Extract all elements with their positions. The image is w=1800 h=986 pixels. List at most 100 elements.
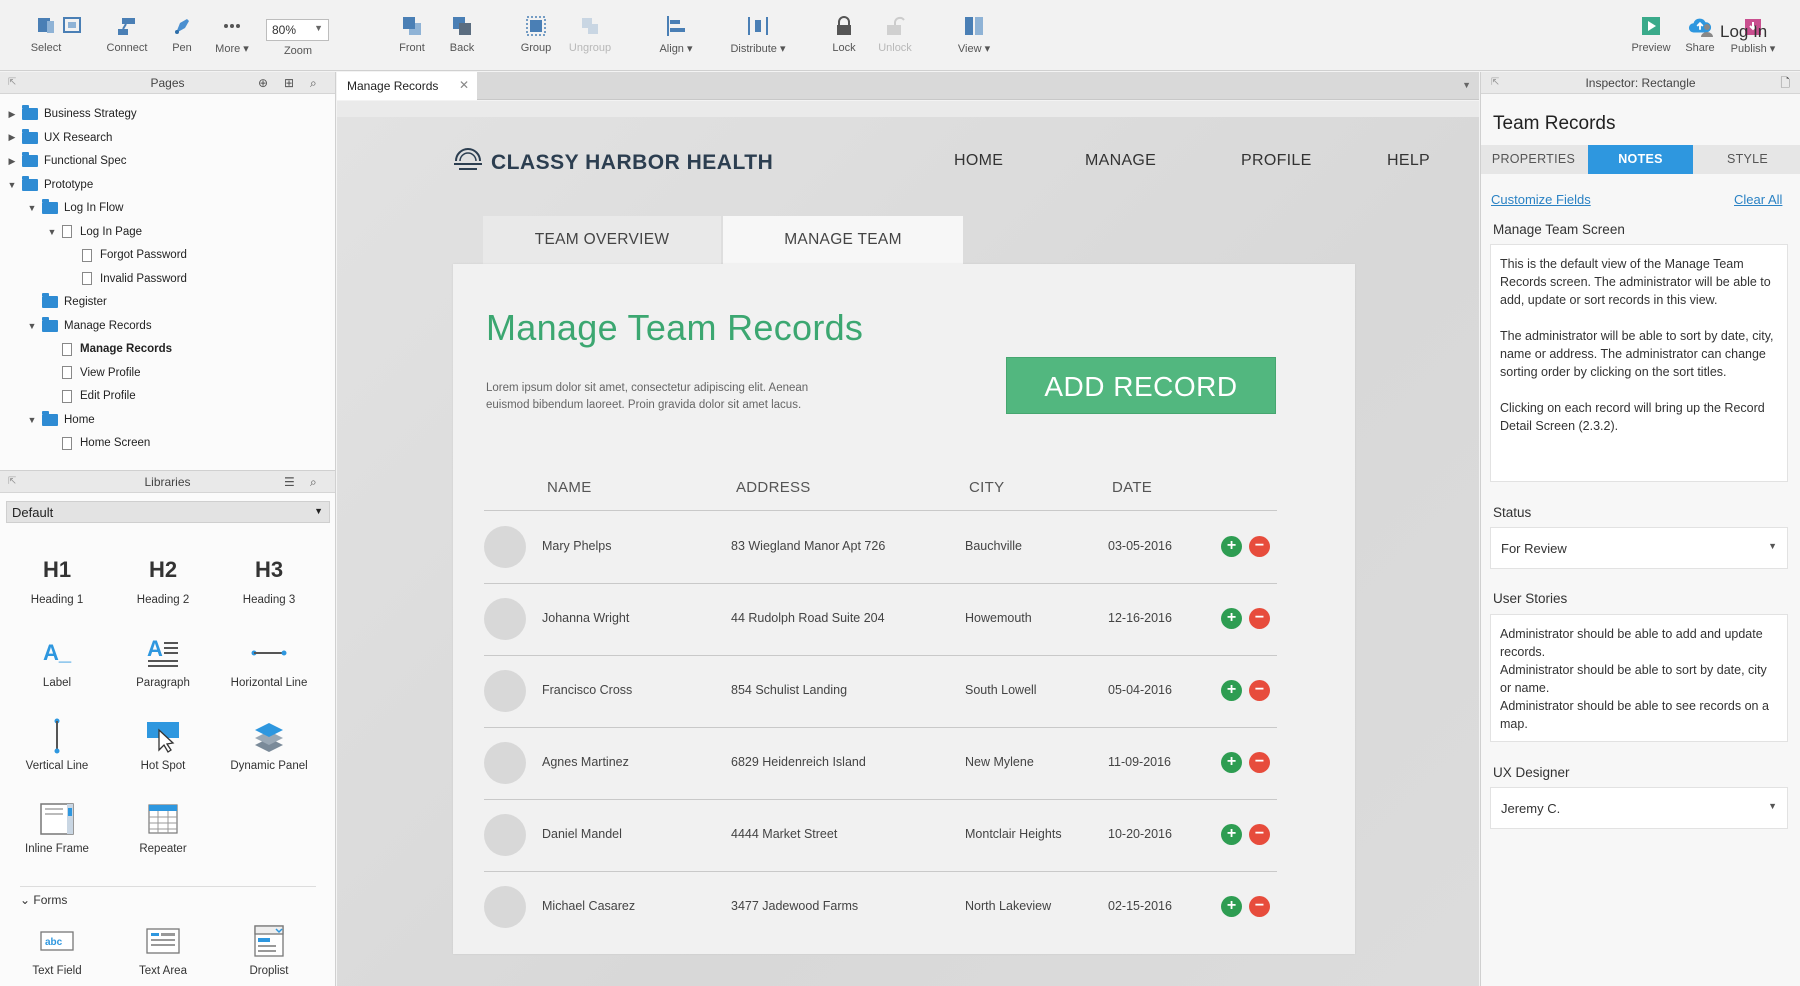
remove-icon[interactable]: − xyxy=(1249,752,1270,773)
notes-textarea[interactable]: This is the default view of the Manage T… xyxy=(1490,244,1788,482)
column-header-name[interactable]: NAME xyxy=(547,479,592,496)
connect-tool-button[interactable]: Connect xyxy=(97,14,157,54)
page-tree-item[interactable]: Edit Profile xyxy=(46,386,136,406)
table-row[interactable]: Francisco Cross 854 Schulist Landing South… xyxy=(484,655,1277,727)
page-tree-item[interactable]: Forgot Password xyxy=(66,245,187,265)
widget-label[interactable]: A_ Label xyxy=(7,631,107,689)
search-icon[interactable]: ⌕ xyxy=(310,471,317,493)
widget-droplist[interactable]: Droplist xyxy=(219,919,319,977)
library-select[interactable]: Default ▼ xyxy=(6,501,330,523)
chevron-right-icon[interactable]: ▶ xyxy=(6,132,18,143)
collapse-icon[interactable]: ⇱ xyxy=(8,72,16,94)
tab-properties[interactable]: PROPERTIES xyxy=(1481,145,1586,174)
widget-heading-2[interactable]: H2 Heading 2 xyxy=(113,548,213,606)
inspector-title[interactable]: Team Records xyxy=(1493,113,1616,135)
column-header-date[interactable]: DATE xyxy=(1112,479,1152,496)
page-tree-folder[interactable]: ▼ Prototype xyxy=(6,175,93,195)
page-tree-item[interactable]: Manage Records xyxy=(46,339,172,359)
wireframe-nav-help[interactable]: HELP xyxy=(1387,152,1430,170)
add-icon[interactable]: + xyxy=(1221,608,1242,629)
distribute-button[interactable]: Distribute ▾ xyxy=(728,14,788,55)
remove-icon[interactable]: − xyxy=(1249,896,1270,917)
widget-dynamic-panel[interactable]: Dynamic Panel xyxy=(219,714,319,772)
status-select[interactable]: For Review ▼ xyxy=(1490,527,1788,569)
widget-inline-frame[interactable]: Inline Frame xyxy=(7,797,107,855)
tab-style[interactable]: STYLE xyxy=(1695,145,1800,174)
table-row[interactable]: Michael Casarez 3477 Jadewood Farms North … xyxy=(484,871,1277,943)
collapse-icon[interactable]: ⇱ xyxy=(8,471,16,493)
widget-vertical-line[interactable]: Vertical Line xyxy=(7,714,107,772)
chevron-down-icon[interactable]: ▼ xyxy=(26,203,38,213)
page-tree-folder[interactable]: ▼ Manage Records xyxy=(26,316,152,336)
ux-designer-select[interactable]: Jeremy C. ▼ xyxy=(1490,787,1788,829)
zoom-select[interactable]: 80% ▼ xyxy=(266,19,329,41)
widget-heading-3[interactable]: H3 Heading 3 xyxy=(219,548,319,606)
collapse-icon[interactable]: ⇱ xyxy=(1491,72,1499,94)
menu-icon[interactable]: ☰ xyxy=(284,471,295,493)
chevron-right-icon[interactable]: ▶ xyxy=(6,156,18,167)
chevron-down-icon[interactable]: ▼ xyxy=(1462,80,1471,90)
align-button[interactable]: Align ▾ xyxy=(646,14,706,55)
widget-text-field[interactable]: abc Text Field xyxy=(7,919,107,977)
canvas-tab-manage-records[interactable]: Manage Records ✕ xyxy=(337,72,477,100)
page-tree-folder[interactable]: ▼ Log In Flow xyxy=(26,198,123,218)
remove-icon[interactable]: − xyxy=(1249,680,1270,701)
marquee-tool-button[interactable] xyxy=(42,14,102,38)
page-tree-folder[interactable]: ▼ Home xyxy=(26,410,95,430)
page-tree-folder[interactable]: ▶ Business Strategy xyxy=(6,104,137,124)
remove-icon[interactable]: − xyxy=(1249,536,1270,557)
wireframe-tab-team-overview[interactable]: TEAM OVERVIEW xyxy=(483,216,721,264)
widget-paragraph[interactable]: A Paragraph xyxy=(113,631,213,689)
page-tree-item[interactable]: ▼ Log In Page xyxy=(46,222,142,242)
forms-section-toggle[interactable]: ⌄ Forms xyxy=(20,893,67,907)
widget-horizontal-line[interactable]: Horizontal Line xyxy=(219,631,319,689)
add-icon[interactable]: + xyxy=(1221,824,1242,845)
add-icon[interactable]: + xyxy=(1221,752,1242,773)
add-page-icon[interactable]: ⊕ xyxy=(258,72,268,94)
user-stories-textarea[interactable]: Administrator should be able to add and … xyxy=(1490,614,1788,742)
column-header-city[interactable]: CITY xyxy=(969,479,1004,496)
table-row[interactable]: Agnes Martinez 6829 Heidenreich Island New… xyxy=(484,727,1277,799)
column-header-address[interactable]: ADDRESS xyxy=(736,479,811,496)
ungroup-button[interactable]: Ungroup xyxy=(560,14,620,54)
table-row[interactable]: Daniel Mandel 4444 Market Street Montclair… xyxy=(484,799,1277,871)
page-tree-item[interactable]: Home Screen xyxy=(46,433,150,453)
chevron-down-icon[interactable]: ▼ xyxy=(6,180,18,190)
table-row[interactable]: Johanna Wright 44 Rudolph Road Suite 204 H… xyxy=(484,583,1277,655)
widget-text-area[interactable]: Text Area xyxy=(113,919,213,977)
page-notes-icon[interactable]: 🗋 xyxy=(1780,72,1790,94)
add-folder-icon[interactable]: ⊞ xyxy=(284,72,294,94)
add-icon[interactable]: + xyxy=(1221,536,1242,557)
chevron-down-icon[interactable]: ▼ xyxy=(26,415,38,425)
remove-icon[interactable]: − xyxy=(1249,608,1270,629)
wireframe-nav-manage[interactable]: MANAGE xyxy=(1085,152,1156,170)
unlock-button[interactable]: Unlock xyxy=(865,14,925,54)
page-tree-folder[interactable]: ▶ UX Research xyxy=(6,128,112,148)
chevron-down-icon[interactable]: ▼ xyxy=(26,321,38,331)
remove-icon[interactable]: − xyxy=(1249,824,1270,845)
wireframe-nav-profile[interactable]: PROFILE xyxy=(1241,152,1312,170)
page-tree-folder[interactable]: ▶ Functional Spec xyxy=(6,151,126,171)
view-button[interactable]: View ▾ xyxy=(944,14,1004,55)
add-record-button[interactable]: ADD RECORD xyxy=(1006,357,1276,414)
send-back-button[interactable]: Back xyxy=(432,14,492,54)
widget-heading-1[interactable]: H1 Heading 1 xyxy=(7,548,107,606)
page-tree-folder[interactable]: Register xyxy=(26,292,107,312)
chevron-right-icon[interactable]: ▶ xyxy=(6,109,18,120)
clear-all-link[interactable]: Clear All xyxy=(1734,192,1782,207)
tab-notes[interactable]: NOTES xyxy=(1588,145,1693,174)
table-row[interactable]: Mary Phelps 83 Wiegland Manor Apt 726 Bauc… xyxy=(484,511,1277,583)
add-icon[interactable]: + xyxy=(1221,896,1242,917)
close-icon[interactable]: ✕ xyxy=(459,78,469,92)
widget-repeater[interactable]: Repeater xyxy=(113,797,213,855)
wireframe-nav-home[interactable]: HOME xyxy=(954,152,1003,170)
login-button[interactable]: Log In xyxy=(1700,22,1767,42)
page-tree-item[interactable]: View Profile xyxy=(46,363,141,383)
customize-fields-link[interactable]: Customize Fields xyxy=(1491,192,1591,207)
group-button[interactable]: Group xyxy=(506,14,566,54)
add-icon[interactable]: + xyxy=(1221,680,1242,701)
chevron-down-icon[interactable]: ▼ xyxy=(46,227,58,237)
wireframe-tab-manage-team[interactable]: MANAGE TEAM xyxy=(723,216,963,264)
search-icon[interactable]: ⌕ xyxy=(310,72,317,94)
widget-hot-spot[interactable]: Hot Spot xyxy=(113,714,213,772)
